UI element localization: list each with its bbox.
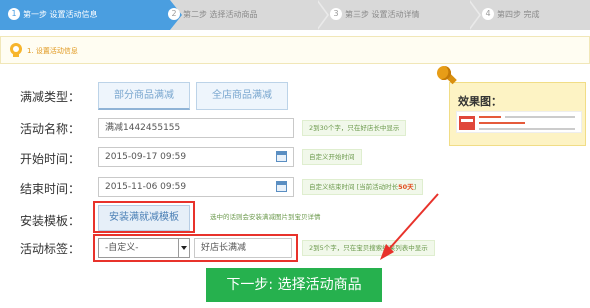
section-title: 1. 设置活动信息 <box>27 47 78 55</box>
next-step-button[interactable]: 下一步: 选择活动商品 <box>206 268 382 302</box>
preview-line <box>479 122 525 124</box>
step-label: 第一步 设置活动信息 <box>23 10 98 19</box>
step-2: 2 第二步 选择活动商品 <box>168 0 258 30</box>
template-hint: 选中的话则会安装满减图片到宝贝详情 <box>210 213 321 221</box>
calendar-icon[interactable] <box>276 151 287 162</box>
tag-input[interactable]: 好店长满减 <box>194 238 292 258</box>
step-separator <box>468 0 481 30</box>
preview-image <box>456 111 582 133</box>
step-number: 1 <box>8 7 20 20</box>
chevron-down-icon[interactable] <box>178 239 189 257</box>
start-time-hint: 自定义开始时间 <box>302 149 362 165</box>
section-header: 1. 设置活动信息 <box>0 36 590 64</box>
preview-title: 效果图： <box>458 95 502 108</box>
tag-select[interactable]: -自定义- <box>98 238 190 258</box>
step-number: 2 <box>168 7 180 20</box>
template-label: 安装模板： <box>20 214 81 228</box>
start-time-label: 开始时间： <box>20 152 81 166</box>
lightbulb-base <box>13 54 19 57</box>
preview-line <box>479 128 575 130</box>
step-number: 4 <box>482 7 494 20</box>
calendar-icon[interactable] <box>276 181 287 192</box>
step-label: 第二步 选择活动商品 <box>183 10 258 19</box>
step-4: 4 第四步 完成 <box>482 0 540 30</box>
start-time-input[interactable]: 2015-09-17 09:59 <box>98 147 294 167</box>
step-separator <box>316 0 329 30</box>
end-time-input[interactable]: 2015-11-06 09:59 <box>98 177 294 197</box>
step-3: 3 第三步 设置活动详情 <box>330 0 420 30</box>
preview-thumbnail <box>459 116 475 130</box>
activity-name-input[interactable]: 满减1442455155 <box>98 118 294 138</box>
step-number: 3 <box>330 7 342 20</box>
step-label: 第三步 设置活动详情 <box>345 10 420 19</box>
all-store-option[interactable]: 全店商品满减 <box>196 82 288 110</box>
preview-line <box>505 116 575 118</box>
partial-products-option[interactable]: 部分商品满减 <box>98 82 190 110</box>
preview-panel: 效果图： <box>449 82 586 146</box>
step-bar: 1 第一步 设置活动信息 2 第二步 选择活动商品 3 第三步 设置活动详情 4 第四步… <box>0 0 590 30</box>
step-label: 第四步 完成 <box>497 10 540 19</box>
tag-select-value: -自定义- <box>105 243 139 253</box>
install-template-button[interactable]: 安装满就减模板 <box>98 205 190 231</box>
annotation-arrow <box>380 193 439 260</box>
end-time-label: 结束时间： <box>20 182 81 196</box>
discount-type-label: 满减类型： <box>20 90 81 104</box>
step-1: 1 第一步 设置活动信息 <box>0 0 182 30</box>
activity-name-hint: 2到30个字，只在好店长中显示 <box>302 120 407 136</box>
preview-line <box>479 116 501 118</box>
arrow-line <box>389 193 439 249</box>
tag-label: 活动标签： <box>20 242 81 256</box>
activity-name-label: 活动名称： <box>20 122 81 136</box>
